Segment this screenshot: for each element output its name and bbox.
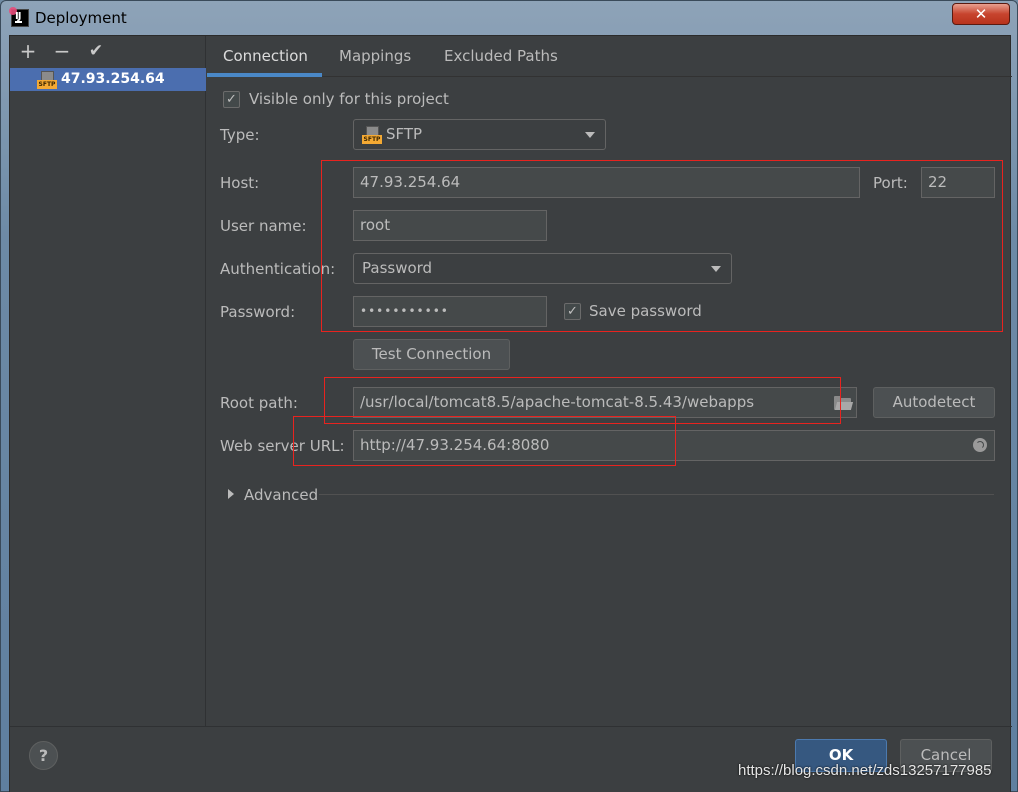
intellij-app-icon: IJ bbox=[9, 7, 29, 27]
tab-excluded-paths[interactable]: Excluded Paths bbox=[444, 47, 558, 65]
dialog-content: + − ✔ SFTP 47.93.254.64 Connection Mappi… bbox=[9, 35, 1012, 792]
autodetect-button[interactable]: Autodetect bbox=[873, 387, 995, 418]
host-label: Host: bbox=[220, 174, 260, 192]
annotation-box-web-url bbox=[293, 416, 676, 466]
server-list-item[interactable]: SFTP 47.93.254.64 bbox=[10, 68, 206, 91]
visible-only-checkbox[interactable]: ✓ bbox=[223, 91, 240, 108]
root-path-label: Root path: bbox=[220, 394, 298, 412]
visible-only-label: Visible only for this project bbox=[249, 90, 449, 108]
deployment-window: IJ Deployment ✕ + − ✔ SFTP 47.93.254.64 bbox=[0, 0, 1018, 792]
close-button[interactable]: ✕ bbox=[952, 3, 1010, 25]
remove-server-button[interactable]: − bbox=[51, 40, 73, 62]
sftp-icon-tag: SFTP bbox=[37, 80, 57, 89]
sftp-type-icon: SFTP bbox=[362, 126, 382, 144]
type-dropdown[interactable]: SFTP SFTP bbox=[353, 119, 606, 150]
csdn-watermark: https://blog.csdn.net/zds13257177985 bbox=[738, 762, 992, 779]
tab-connection[interactable]: Connection bbox=[223, 47, 308, 65]
help-button[interactable]: ? bbox=[29, 741, 58, 770]
apply-default-check-icon[interactable]: ✔ bbox=[85, 40, 107, 62]
advanced-section-toggle[interactable]: Advanced bbox=[244, 486, 318, 504]
server-name: 47.93.254.64 bbox=[61, 71, 165, 87]
sftp-server-icon: SFTP bbox=[37, 71, 57, 89]
active-tab-indicator bbox=[207, 73, 322, 77]
tab-mappings[interactable]: Mappings bbox=[339, 47, 411, 65]
title-bar[interactable]: IJ Deployment ✕ bbox=[1, 1, 1017, 35]
type-label: Type: bbox=[220, 126, 260, 144]
open-in-browser-globe-icon[interactable] bbox=[973, 438, 987, 452]
authentication-label: Authentication: bbox=[220, 260, 336, 278]
window-title: Deployment bbox=[35, 9, 127, 27]
expand-triangle-icon[interactable] bbox=[228, 489, 234, 499]
annotation-box-credentials bbox=[321, 160, 1003, 332]
chevron-down-icon bbox=[585, 132, 595, 138]
settings-tabs: Connection Mappings Excluded Paths bbox=[207, 36, 1012, 77]
advanced-divider bbox=[319, 494, 994, 495]
server-list-toolbar: + − ✔ bbox=[10, 36, 206, 66]
add-server-button[interactable]: + bbox=[17, 40, 39, 62]
type-value: SFTP bbox=[386, 125, 423, 143]
test-connection-button[interactable]: Test Connection bbox=[353, 339, 510, 370]
server-list-panel: + − ✔ SFTP 47.93.254.64 bbox=[10, 36, 206, 726]
username-label: User name: bbox=[220, 217, 307, 235]
server-settings-panel: Connection Mappings Excluded Paths ✓ Vis… bbox=[207, 36, 1012, 726]
password-label: Password: bbox=[220, 303, 296, 321]
